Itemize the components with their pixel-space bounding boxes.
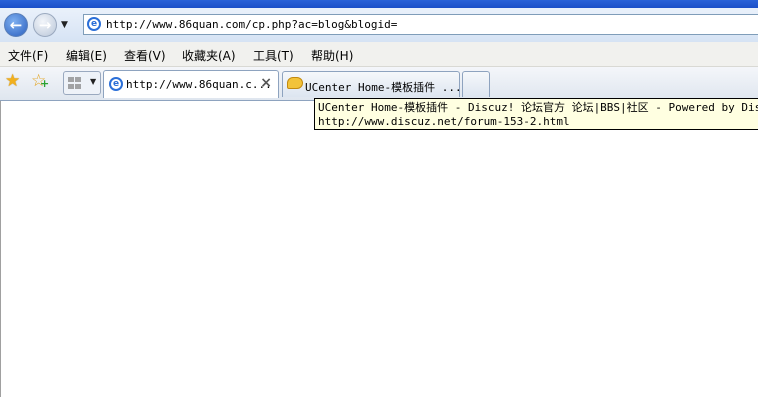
ie-page-icon: e <box>109 77 123 91</box>
tab-inactive[interactable]: UCenter Home-模板插件 ... <box>282 71 462 97</box>
address-bar[interactable]: e http://www.86quan.com/cp.php?ac=blog&b… <box>83 14 758 35</box>
page-content <box>0 101 758 397</box>
arrow-right-icon: → <box>38 16 52 34</box>
tab-active[interactable]: e http://www.86quan.c... × <box>103 70 279 98</box>
menu-tools[interactable]: 工具(T) <box>253 47 294 64</box>
menu-edit[interactable]: 编辑(E) <box>66 47 107 64</box>
tab-title: http://www.86quan.c... <box>126 78 272 91</box>
tab-bar: ★ ☆ + ▼ e http://www.86quan.c... × UCente… <box>0 67 758 101</box>
menu-help[interactable]: 帮助(H) <box>311 47 353 64</box>
quick-tabs-button[interactable]: ▼ <box>63 71 101 95</box>
tab-tooltip: UCenter Home-模板插件 - Discuz! 论坛官方 论坛|BBS|… <box>314 98 758 130</box>
add-favorite-icon[interactable]: ☆ + <box>31 71 49 91</box>
window-title-bar <box>0 0 758 8</box>
favorites-star-icon[interactable]: ★ <box>5 71 20 91</box>
address-input[interactable]: http://www.86quan.com/cp.php?ac=blog&blo… <box>106 18 397 31</box>
close-icon[interactable]: × <box>260 75 272 91</box>
tooltip-title: UCenter Home-模板插件 - Discuz! 论坛官方 论坛|BBS|… <box>318 101 758 114</box>
recent-pages-dropdown[interactable]: ▼ <box>61 20 68 30</box>
navigation-bar: ← → ▼ e http://www.86quan.com/cp.php?ac=… <box>0 8 758 42</box>
menu-view[interactable]: 查看(V) <box>124 47 166 64</box>
back-button[interactable]: ← <box>4 13 28 37</box>
ie-page-icon: e <box>87 17 101 31</box>
arrow-left-icon: ← <box>9 16 23 34</box>
new-tab-button[interactable] <box>462 71 490 97</box>
tooltip-url: http://www.discuz.net/forum-153-2.html <box>318 115 570 128</box>
quick-tabs-grid-icon <box>68 77 81 89</box>
menu-file[interactable]: 文件(F) <box>8 47 48 64</box>
forward-button[interactable]: → <box>33 13 57 37</box>
tab-list-dropdown-icon[interactable]: ▼ <box>90 77 96 86</box>
chat-bubble-icon <box>287 77 303 89</box>
tab-title: UCenter Home-模板插件 ... <box>305 81 462 94</box>
menu-bar: 文件(F) 编辑(E) 查看(V) 收藏夹(A) 工具(T) 帮助(H) <box>0 42 758 67</box>
menu-favorites[interactable]: 收藏夹(A) <box>182 47 236 64</box>
